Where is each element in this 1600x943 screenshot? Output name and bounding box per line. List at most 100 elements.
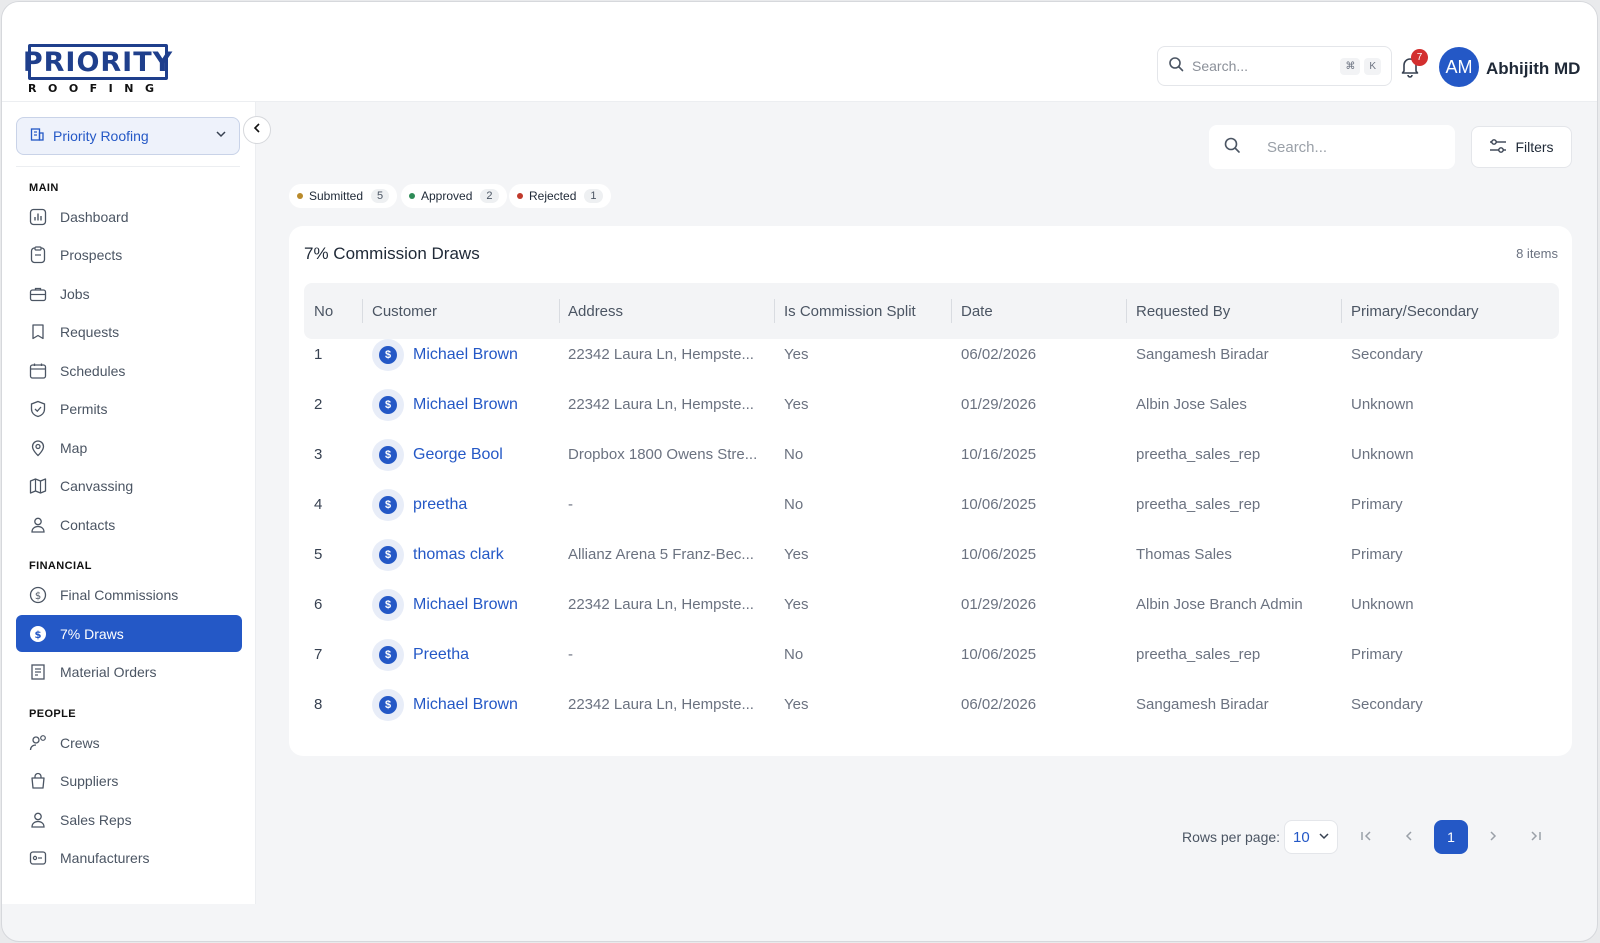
chevron-down-icon [1318, 829, 1330, 846]
company-logo[interactable]: PRIORITY ROOFING [23, 44, 173, 98]
avatar[interactable]: AM [1439, 47, 1479, 87]
rows-per-page-select[interactable]: 10 [1284, 820, 1338, 854]
chip-label: Rejected [529, 189, 577, 203]
cell-primary-secondary: Primary [1351, 646, 1403, 663]
sidebar-item-7-draws[interactable]: $ 7% Draws [16, 615, 242, 652]
table-row[interactable]: 8 $ Michael Brown 22342 Laura Ln, Hempste..… [304, 679, 1559, 730]
cell-no: 1 [314, 346, 323, 363]
cell-customer[interactable]: $ Michael Brown [372, 679, 562, 730]
top-header: PRIORITY ROOFING Search... ⌘ K 7 AM Abhi… [2, 2, 1597, 102]
cell-primary-secondary: Unknown [1351, 446, 1414, 463]
table-row[interactable]: 6 $ Michael Brown 22342 Laura Ln, Hempste..… [304, 579, 1559, 630]
next-page-button[interactable] [1476, 820, 1510, 854]
table-row[interactable]: 7 $ Preetha - No 10/06/2025 preetha_sales_rep P… [304, 629, 1559, 680]
cell-commission-split: No [784, 446, 804, 463]
sidebar-item-jobs[interactable]: Jobs [16, 275, 242, 312]
svg-text:$: $ [35, 591, 41, 602]
table-row[interactable]: 4 $ preetha - No 10/06/2025 preetha_sales_rep P… [304, 479, 1559, 530]
customer-link[interactable]: Michael Brown [413, 696, 518, 714]
app-window: PRIORITY ROOFING Search... ⌘ K 7 AM Abhi… [1, 1, 1598, 942]
cell-date: 06/02/2026 [961, 696, 1037, 713]
cell-commission-split: Yes [784, 546, 809, 563]
cell-commission-split: Yes [784, 696, 809, 713]
chevron-left-icon [251, 121, 263, 139]
sidebar-item-final-commissions[interactable]: $ Final Commissions [16, 576, 242, 613]
filters-button[interactable]: Filters [1471, 126, 1572, 168]
status-chip-approved[interactable]: Approved 2 [401, 184, 507, 208]
rows-per-page-label: Rows per page: [1182, 829, 1281, 845]
cell-customer[interactable]: $ preetha [372, 479, 562, 530]
cell-customer[interactable]: $ thomas clark [372, 529, 562, 580]
column-divider [362, 299, 363, 323]
collapse-sidebar-button[interactable] [243, 116, 271, 144]
page-button-current[interactable]: 1 [1434, 820, 1468, 854]
table-row[interactable]: 5 $ thomas clark Allianz Arena 5 Franz-Bec.… [304, 529, 1559, 580]
sidebar-item-map[interactable]: Map [16, 429, 242, 466]
bookmark-icon [28, 322, 48, 342]
customer-link[interactable]: preetha [413, 496, 467, 514]
status-chip-submitted[interactable]: Submitted 5 [289, 184, 398, 208]
customer-link[interactable]: Michael Brown [413, 596, 518, 614]
cell-customer[interactable]: $ Preetha [372, 629, 562, 680]
cell-primary-secondary: Unknown [1351, 596, 1414, 613]
cell-customer[interactable]: $ Michael Brown [372, 379, 562, 430]
sidebar-item-prospects[interactable]: Prospects [16, 236, 242, 273]
status-chip-rejected[interactable]: Rejected 1 [509, 184, 611, 208]
table-row[interactable]: 2 $ Michael Brown 22342 Laura Ln, Hempste..… [304, 379, 1559, 430]
users-gear-icon [28, 733, 48, 753]
customer-link[interactable]: Michael Brown [413, 346, 518, 364]
table-row[interactable]: 1 $ Michael Brown 22342 Laura Ln, Hempste..… [304, 329, 1559, 380]
item-count: 8 items [1516, 246, 1558, 261]
sidebar-item-suppliers[interactable]: Suppliers [16, 762, 242, 799]
calendar-icon [28, 361, 48, 381]
organization-select[interactable]: Priority Roofing [16, 117, 240, 155]
dollar-badge: $ [379, 645, 397, 664]
sidebar-item-permits[interactable]: Permits [16, 390, 242, 427]
cell-customer[interactable]: $ George Bool [372, 429, 562, 480]
chip-label: Submitted [309, 189, 364, 203]
column-divider [951, 299, 952, 323]
sidebar-item-label: Crews [60, 734, 100, 751]
column-divider [1126, 299, 1127, 323]
sidebar-item-sales-reps[interactable]: Sales Reps [16, 801, 242, 838]
user-name[interactable]: Abhijith MD [1486, 59, 1580, 79]
table-search-placeholder: Search... [1267, 138, 1328, 156]
cell-address: 22342 Laura Ln, Hempste... [568, 396, 754, 413]
sidebar-item-dashboard[interactable]: Dashboard [16, 198, 242, 235]
customer-link[interactable]: Preetha [413, 646, 469, 664]
sidebar-item-contacts[interactable]: Contacts [16, 506, 242, 543]
cell-no: 4 [314, 496, 323, 513]
sidebar-item-label: Jobs [60, 285, 90, 302]
cell-requested-by: Sangamesh Biradar [1136, 696, 1269, 713]
sidebar-item-canvassing[interactable]: Canvassing [16, 467, 242, 504]
cell-requested-by: Albin Jose Sales [1136, 396, 1247, 413]
previous-page-button[interactable] [1392, 820, 1426, 854]
cell-commission-split: Yes [784, 596, 809, 613]
cell-customer[interactable]: $ Michael Brown [372, 579, 562, 630]
global-search-input[interactable]: Search... ⌘ K [1157, 46, 1392, 86]
first-page-button[interactable] [1350, 820, 1384, 854]
cell-no: 6 [314, 596, 323, 613]
sidebar-item-requests[interactable]: Requests [16, 313, 242, 350]
customer-link[interactable]: Michael Brown [413, 396, 518, 414]
cell-address: Dropbox 1800 Owens Stre... [568, 446, 758, 463]
shield-check-icon [28, 399, 48, 419]
cell-date: 10/06/2025 [961, 496, 1037, 513]
cell-requested-by: preetha_sales_rep [1136, 446, 1261, 463]
table-row[interactable]: 3 $ George Bool Dropbox 1800 Owens Stre... N… [304, 429, 1559, 480]
table-search-input[interactable]: Search... [1209, 125, 1455, 169]
cell-date: 01/29/2026 [961, 596, 1037, 613]
customer-link[interactable]: thomas clark [413, 546, 504, 564]
folded-map-icon [28, 476, 48, 496]
cell-date: 10/06/2025 [961, 646, 1037, 663]
sidebar-item-label: Map [60, 439, 88, 456]
sidebar-item-manufacturers[interactable]: Manufacturers [16, 839, 242, 876]
cell-customer[interactable]: $ Michael Brown [372, 329, 562, 380]
divider [16, 166, 240, 167]
last-page-button[interactable] [1518, 820, 1552, 854]
sidebar-item-crews[interactable]: Crews [16, 724, 242, 761]
sidebar-item-material-orders[interactable]: Material Orders [16, 653, 242, 690]
customer-link[interactable]: George Bool [413, 446, 503, 464]
cell-address: 22342 Laura Ln, Hempste... [568, 696, 754, 713]
sidebar-item-schedules[interactable]: Schedules [16, 352, 242, 389]
